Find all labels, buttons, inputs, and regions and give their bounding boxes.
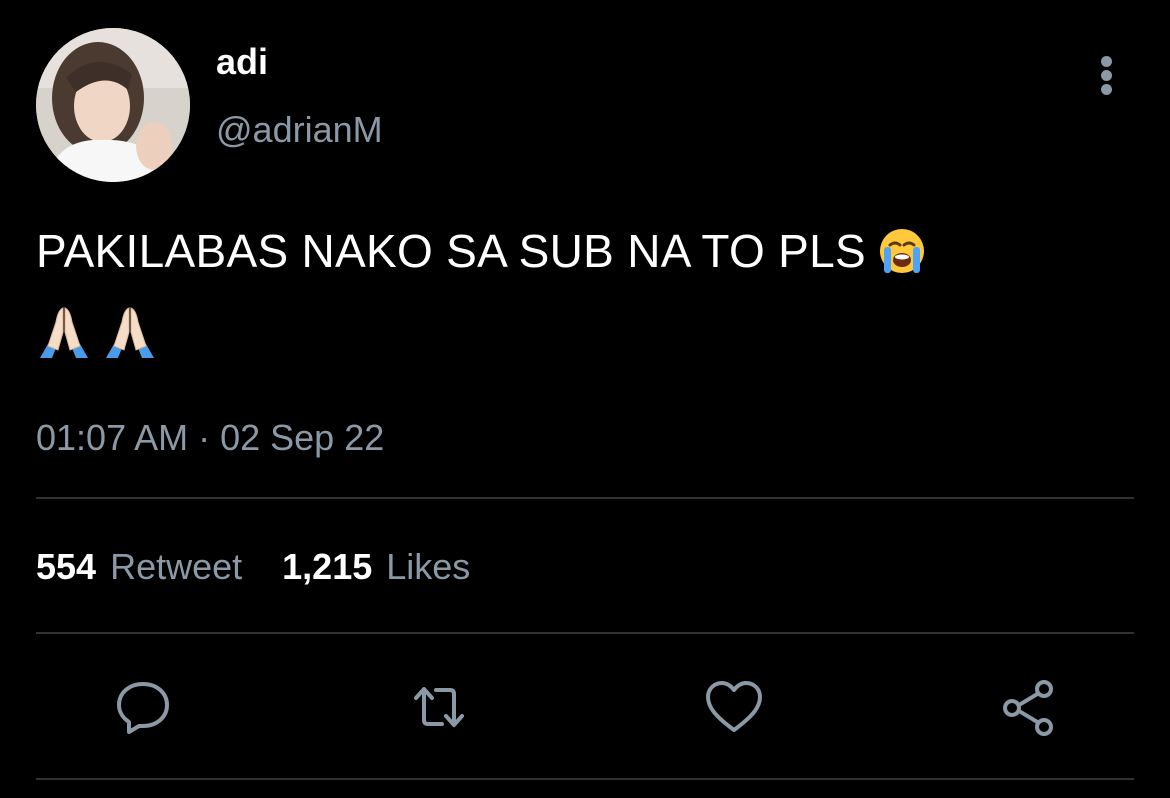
retweets-count: 554 [36, 546, 97, 587]
retweet-icon [414, 687, 464, 727]
emoji-line [34, 302, 160, 362]
more-options-button[interactable] [1092, 52, 1122, 98]
user-handle[interactable]: @adrianM [216, 108, 383, 152]
loudly-crying-face-icon [878, 226, 926, 292]
divider [36, 778, 1134, 780]
tweet-text-content: PAKILABAS NAKO SA SUB NA TO PLS [36, 225, 866, 277]
retweets-label: Retweet [110, 546, 243, 587]
reply-icon [117, 682, 169, 734]
tweet-timestamp[interactable]: 01:07 AM · 02 Sep 22 [36, 416, 384, 460]
like-button[interactable] [703, 676, 765, 738]
tweet-text: PAKILABAS NAKO SA SUB NA TO PLS [36, 218, 1136, 292]
likes-label: Likes [386, 546, 471, 587]
share-icon [1003, 680, 1053, 736]
retweets-stat[interactable]: 554 Retweet [36, 545, 242, 589]
retweet-button[interactable] [408, 676, 470, 738]
share-button[interactable] [998, 676, 1060, 738]
more-options-icon [1101, 56, 1112, 67]
more-options-icon-dot [1101, 84, 1112, 95]
heart-icon [706, 681, 762, 732]
tweet-stats: 554 Retweet 1,215 Likes [36, 545, 470, 589]
reply-button[interactable] [112, 676, 174, 738]
divider [36, 497, 1134, 499]
likes-stat[interactable]: 1,215 Likes [282, 545, 470, 589]
divider [36, 632, 1134, 634]
more-options-icon-dot [1101, 70, 1112, 81]
display-name[interactable]: adi [216, 40, 268, 84]
likes-count: 1,215 [282, 546, 373, 587]
folded-hands-icon [100, 302, 160, 362]
folded-hands-icon [34, 302, 94, 362]
avatar[interactable] [36, 28, 190, 182]
